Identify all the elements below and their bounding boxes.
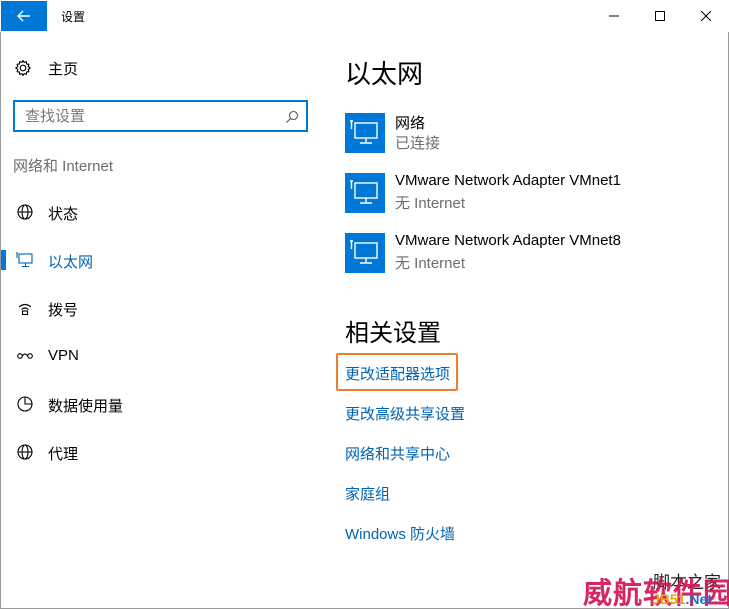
sidebar-item-dialup[interactable]: 拨号 bbox=[0, 288, 320, 328]
sidebar-item-status[interactable]: 状态 bbox=[0, 192, 320, 232]
adapter-status: 无 Internet bbox=[395, 195, 466, 212]
sidebar-item-data-usage[interactable]: 数据使用量 bbox=[0, 384, 320, 424]
search-box bbox=[13, 100, 308, 132]
sidebar-item-label: 数据使用量 bbox=[48, 398, 124, 415]
adapter-status: 已连接 bbox=[395, 135, 441, 152]
proxy-globe-icon bbox=[16, 443, 34, 461]
back-button[interactable] bbox=[1, 1, 47, 31]
search-input[interactable] bbox=[25, 107, 275, 125]
advanced-sharing-link[interactable]: 更改高级共享设置 bbox=[345, 403, 465, 424]
back-arrow-icon bbox=[17, 10, 30, 22]
sidebar-item-label: 拨号 bbox=[48, 302, 79, 319]
maximize-button[interactable] bbox=[637, 0, 683, 32]
adapter-item[interactable]: VMware Network Adapter VMnet1 无 Internet bbox=[345, 172, 705, 214]
data-usage-icon bbox=[16, 395, 34, 413]
close-icon bbox=[701, 11, 711, 21]
sidebar-item-label: 状态 bbox=[48, 206, 79, 223]
adapter-item[interactable]: 网络 已连接 bbox=[345, 112, 705, 154]
network-sharing-center-link[interactable]: 网络和共享中心 bbox=[345, 443, 450, 464]
nav-home-label: 主页 bbox=[48, 60, 79, 78]
homegroup-link[interactable]: 家庭组 bbox=[345, 483, 390, 504]
sidebar-item-proxy[interactable]: 代理 bbox=[0, 432, 320, 472]
sidebar-item-vpn[interactable]: VPN bbox=[0, 336, 320, 376]
dialup-icon bbox=[16, 299, 34, 317]
window-title: 设置 bbox=[61, 10, 86, 24]
change-adapter-options-link[interactable]: 更改适配器选项 bbox=[345, 363, 450, 384]
gear-icon bbox=[15, 59, 31, 77]
sidebar-item-label: 代理 bbox=[48, 446, 79, 463]
active-indicator bbox=[1, 250, 6, 270]
page-title: 以太网 bbox=[345, 59, 424, 89]
adapter-name: 网络 bbox=[395, 115, 426, 132]
ethernet-icon bbox=[16, 251, 34, 269]
sidebar-item-label: VPN bbox=[48, 347, 79, 364]
adapter-status: 无 Internet bbox=[395, 255, 466, 272]
network-adapter-icon bbox=[345, 113, 385, 153]
title-bar: 设置 bbox=[0, 0, 729, 32]
close-button[interactable] bbox=[683, 0, 729, 32]
sidebar-item-label: 以太网 bbox=[48, 254, 94, 271]
minimize-icon bbox=[609, 15, 619, 17]
network-adapter-icon bbox=[345, 173, 385, 213]
adapter-name: VMware Network Adapter VMnet1 bbox=[395, 172, 621, 189]
adapter-name: VMware Network Adapter VMnet8 bbox=[395, 232, 621, 249]
globe-icon bbox=[16, 203, 34, 221]
network-adapter-icon bbox=[345, 233, 385, 273]
windows-firewall-link[interactable]: Windows 防火墙 bbox=[345, 523, 455, 544]
watermark-bottom-a: JB51 bbox=[652, 591, 686, 607]
minimize-button[interactable] bbox=[591, 0, 637, 32]
search-icon[interactable] bbox=[285, 110, 299, 124]
maximize-icon bbox=[655, 11, 665, 21]
watermark-bottom-b: .Net bbox=[685, 591, 712, 607]
adapter-item[interactable]: VMware Network Adapter VMnet8 无 Internet bbox=[345, 232, 705, 274]
related-settings-heading: 相关设置 bbox=[345, 320, 441, 347]
sidebar-item-ethernet[interactable]: 以太网 bbox=[0, 240, 320, 280]
vpn-icon bbox=[16, 347, 34, 365]
sidebar-section-label: 网络和 Internet bbox=[13, 158, 114, 175]
nav-home[interactable]: 主页 bbox=[14, 56, 78, 80]
watermark-bottom: JB51.Net bbox=[652, 591, 712, 607]
